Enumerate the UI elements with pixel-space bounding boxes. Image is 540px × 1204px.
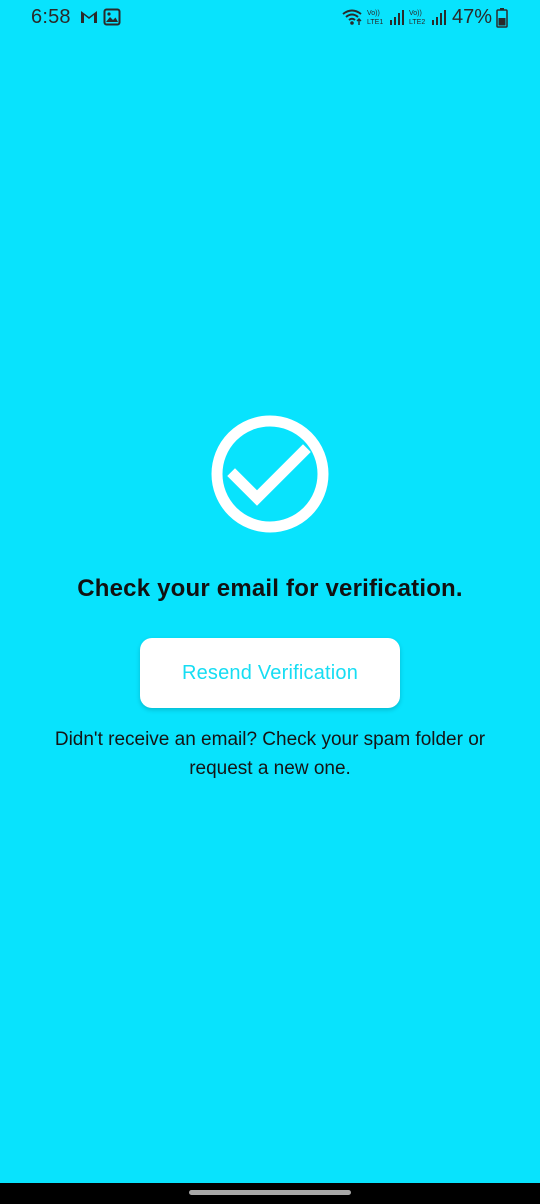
lte1-network-label: LTE1 xyxy=(367,19,383,26)
lte2-signal-icon: Vo)) LTE2 xyxy=(408,8,448,26)
resend-verification-button[interactable]: Resend Verification xyxy=(140,638,400,708)
home-indicator[interactable] xyxy=(189,1190,351,1195)
gallery-icon xyxy=(103,8,121,26)
spam-folder-hint: Didn't receive an email? Check your spam… xyxy=(54,729,486,779)
status-bar: 6:58 Vo)) LTE1 Vo)) LTE2 47% xyxy=(0,0,540,36)
wifi-icon xyxy=(341,8,363,26)
check-circle-icon xyxy=(210,414,330,534)
verification-message: Check your email for verification. xyxy=(77,575,463,602)
navigation-bar xyxy=(0,1183,540,1204)
battery-icon xyxy=(496,8,508,28)
battery-percent: 47% xyxy=(452,6,493,28)
lte1-volte-label: Vo)) xyxy=(367,10,380,17)
gmail-icon xyxy=(80,8,98,24)
status-time: 6:58 xyxy=(31,6,71,28)
lte2-volte-label: Vo)) xyxy=(409,10,422,17)
lte1-signal-icon: Vo)) LTE1 xyxy=(366,8,406,26)
lte2-network-label: LTE2 xyxy=(409,19,425,26)
verification-screen: 6:58 Vo)) LTE1 Vo)) LTE2 47% Check your … xyxy=(0,0,540,1204)
